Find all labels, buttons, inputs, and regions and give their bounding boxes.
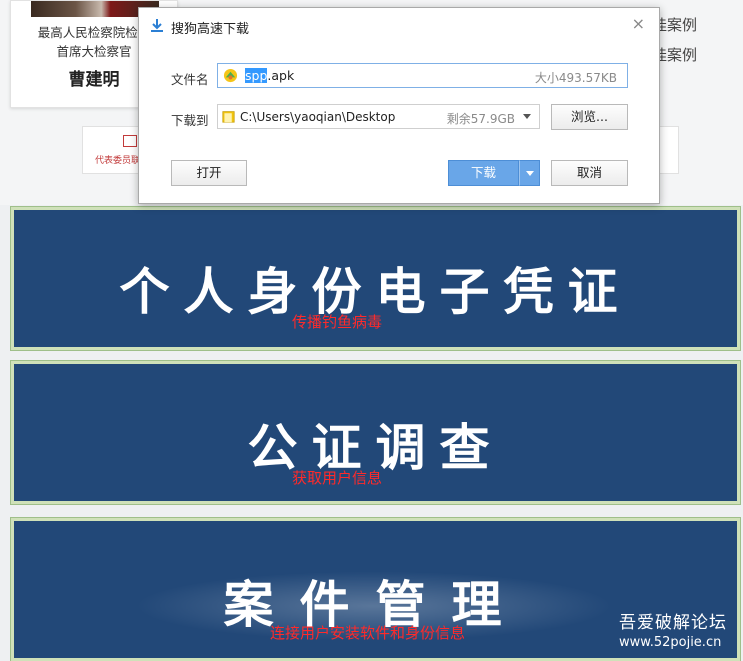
chevron-down-icon: [526, 171, 534, 176]
download-options-dropdown[interactable]: [519, 160, 540, 186]
close-icon[interactable]: ×: [632, 14, 645, 33]
download-dialog: 搜狗高速下载 × 文件名 spp.apk 大小493.57KB 下载到 C:\U…: [138, 7, 660, 204]
banner-annotation: 连接用户安装软件和身份信息: [270, 624, 466, 642]
save-path: C:\Users\yaoqian\Desktop: [240, 110, 396, 124]
download-icon: [151, 19, 163, 32]
app-file-icon: [223, 68, 238, 83]
banner-personal-id[interactable]: 个人身份电子凭证 传播钓鱼病毒: [11, 207, 740, 350]
folder-icon: [222, 111, 235, 123]
banner-annotation: 获取用户信息: [292, 469, 383, 487]
open-button[interactable]: 打开: [171, 160, 247, 186]
chevron-down-icon[interactable]: [523, 114, 531, 119]
filename-label: 文件名: [171, 72, 209, 87]
dialog-title-bar[interactable]: 搜狗高速下载 ×: [139, 8, 659, 44]
banner-annotation: 传播钓鱼病毒: [292, 313, 383, 331]
saveto-label: 下载到: [171, 113, 209, 128]
download-button[interactable]: 下载: [448, 160, 519, 186]
seal-icon: [123, 135, 137, 147]
stamp-text: 代表委员联: [95, 156, 141, 166]
watermark: 吾爱破解论坛 www.52pojie.cn: [619, 608, 727, 650]
watermark-url: www.52pojie.cn: [619, 635, 722, 650]
browse-button[interactable]: 浏览...: [551, 104, 628, 130]
filename-input[interactable]: spp.apk 大小493.57KB: [217, 63, 628, 88]
filename-extension: .apk: [267, 68, 295, 83]
free-space: 剩余57.9GB: [446, 112, 515, 126]
save-path-select[interactable]: C:\Users\yaoqian\Desktop 剩余57.9GB: [217, 104, 540, 129]
file-size: 大小493.57KB: [534, 71, 617, 85]
watermark-site-name: 吾爱破解论坛: [619, 613, 727, 633]
cancel-button[interactable]: 取消: [551, 160, 628, 186]
banner-case-management[interactable]: 案件管理 连接用户安装软件和身份信息 吾爱破解论坛 www.52pojie.cn: [11, 518, 740, 661]
filename-selected: spp: [245, 68, 268, 83]
dialog-title: 搜狗高速下载: [171, 22, 250, 37]
banner-notary-investigation[interactable]: 公证调查 获取用户信息: [11, 361, 740, 504]
